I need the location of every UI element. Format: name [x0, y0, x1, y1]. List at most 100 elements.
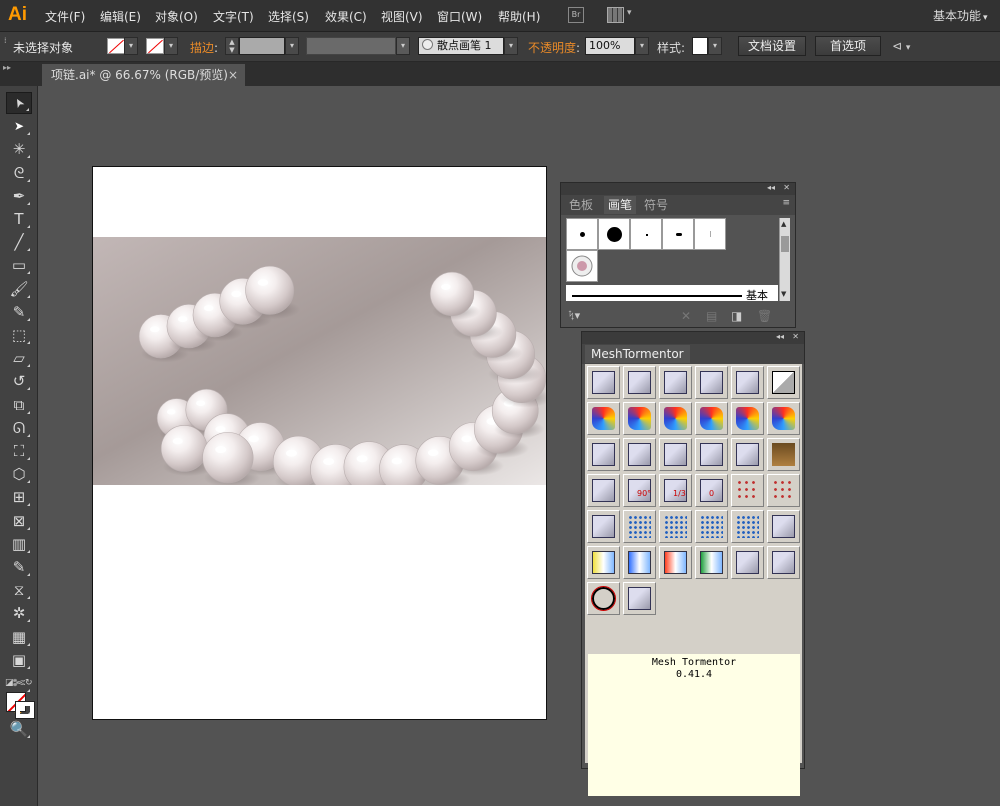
blob-brush-tool[interactable]: ⬚ [6, 324, 32, 346]
direct-selection-tool[interactable]: ➤ [6, 115, 32, 137]
menu-file[interactable]: 文件(F) [45, 8, 85, 25]
magic-wand-tool[interactable]: ✳ [6, 138, 32, 160]
eyedropper-tool[interactable]: ✎ [6, 556, 32, 578]
mesh-tool-button[interactable]: 90° [623, 474, 656, 507]
gradient-tool[interactable]: ▥ [6, 533, 32, 555]
blend-tool[interactable]: ⧖ [6, 579, 32, 601]
mesh-tool-button[interactable] [659, 402, 692, 435]
mesh-tool-button[interactable] [767, 438, 800, 471]
tab-swatches[interactable]: 色板 [565, 196, 597, 214]
delete-brush-icon[interactable]: 🗑 [757, 309, 772, 323]
mesh-tool-button[interactable] [695, 546, 728, 579]
opacity-dropdown[interactable]: ▾ [635, 37, 649, 55]
bridge-button[interactable]: Br [568, 7, 584, 23]
mesh-tool-button[interactable] [623, 438, 656, 471]
collapse-toolbar-icon[interactable]: ▸▸ [3, 63, 11, 72]
menu-type[interactable]: 文字(T) [213, 8, 254, 25]
mesh-tool-button[interactable] [695, 510, 728, 543]
fill-stroke-control[interactable]: ◪ ↻ [4, 678, 36, 719]
mesh-tool-button[interactable] [731, 438, 764, 471]
stroke-weight-field[interactable] [239, 37, 285, 55]
mesh-tool-button[interactable] [731, 402, 764, 435]
mesh-tool-button[interactable] [659, 546, 692, 579]
free-transform-tool[interactable]: ⛶ [6, 440, 32, 462]
eraser-tool[interactable]: ▱ [6, 347, 32, 369]
shape-builder-tool[interactable]: ⬡ [6, 463, 32, 485]
lasso-tool[interactable]: ᘓ [6, 162, 32, 184]
brush-swatch[interactable] [566, 218, 598, 250]
mesh-tool-button[interactable] [767, 366, 800, 399]
line-tool[interactable]: ╱ [6, 231, 32, 253]
remove-stroke-icon[interactable]: ✕ [681, 309, 691, 323]
mesh-tool-button[interactable] [587, 438, 620, 471]
mesh-tool[interactable]: ⊠ [6, 510, 32, 532]
arrange-documents-button[interactable]: ▾ [607, 7, 635, 23]
mesh-tool-button[interactable] [695, 438, 728, 471]
mesh-tool-button[interactable] [767, 510, 800, 543]
control-panel-menu[interactable]: ⊲ ▾ [892, 39, 910, 53]
rectangle-tool[interactable]: ▭ [6, 254, 32, 276]
mesh-tool-button[interactable] [587, 582, 620, 615]
variable-width-profile[interactable] [306, 37, 396, 55]
close-icon[interactable]: ✕ [792, 332, 799, 341]
new-brush-icon[interactable]: ◨ [731, 309, 742, 323]
menu-edit[interactable]: 编辑(E) [100, 8, 141, 25]
brush-list-scrollbar[interactable]: ▲ ▼ [779, 218, 790, 301]
zoom-tool[interactable]: 🔍 [6, 718, 32, 740]
opacity-field[interactable]: 100% [585, 37, 635, 55]
pencil-tool[interactable]: ✎ [6, 301, 32, 323]
artboard-tool[interactable]: ▣ [6, 649, 32, 671]
mesh-tool-button[interactable] [587, 366, 620, 399]
preferences-button[interactable]: 首选项 [815, 36, 881, 56]
collapse-icon[interactable]: ◂◂ [776, 332, 784, 341]
workspace-switcher[interactable]: 基本功能 ▾ [933, 7, 988, 24]
stroke-weight-dropdown[interactable]: ▾ [285, 37, 299, 55]
graphic-style-swatch[interactable] [692, 37, 708, 55]
mesh-tool-button[interactable] [587, 510, 620, 543]
menu-object[interactable]: 对象(O) [155, 8, 198, 25]
brush-swatch[interactable] [598, 218, 630, 250]
fill-swatch[interactable] [107, 38, 125, 54]
close-icon[interactable]: ✕ [783, 183, 790, 192]
mesh-tool-button[interactable] [659, 438, 692, 471]
rotate-tool[interactable]: ↺ [6, 370, 32, 392]
brush-swatch[interactable] [630, 218, 662, 250]
brush-swatch[interactable] [662, 218, 694, 250]
mesh-tool-button[interactable] [695, 402, 728, 435]
mesh-tool-button[interactable] [587, 546, 620, 579]
stroke-label[interactable]: 描边: [190, 39, 218, 56]
menu-select[interactable]: 选择(S) [268, 8, 309, 25]
mesh-tool-button[interactable] [767, 546, 800, 579]
menu-effect[interactable]: 效果(C) [325, 8, 367, 25]
mesh-tool-button[interactable] [659, 510, 692, 543]
mesh-tool-button[interactable] [731, 546, 764, 579]
selection-tool[interactable]: ➤ [6, 92, 32, 114]
tab-symbols[interactable]: 符号 [640, 196, 672, 214]
document-setup-button[interactable]: 文档设置 [738, 36, 806, 56]
menu-help[interactable]: 帮助(H) [498, 8, 540, 25]
brush-definition-field[interactable]: 散点画笔 1 [418, 37, 504, 55]
mesh-tool-button[interactable] [731, 510, 764, 543]
paintbrush-tool[interactable]: 🖌 [6, 278, 32, 300]
opacity-label[interactable]: 不透明度: [528, 39, 580, 56]
menu-view[interactable]: 视图(V) [381, 8, 423, 25]
tab-mesh-tormentor[interactable]: MeshTormentor [585, 345, 690, 363]
scale-tool[interactable]: ⧉ [6, 394, 32, 416]
brush-library-icon[interactable]: ᛪ▾ [568, 309, 580, 322]
type-tool[interactable]: T [6, 208, 32, 230]
artboard[interactable] [92, 166, 547, 720]
mesh-tool-button[interactable] [695, 366, 728, 399]
options-icon[interactable]: ▤ [706, 309, 717, 323]
collapse-icon[interactable]: ◂◂ [767, 183, 775, 192]
profile-dropdown[interactable]: ▾ [396, 37, 410, 55]
mesh-tool-button[interactable] [623, 510, 656, 543]
mesh-tool-button[interactable] [623, 402, 656, 435]
mesh-tool-button[interactable] [623, 366, 656, 399]
mesh-tool-button[interactable] [659, 366, 692, 399]
mesh-tool-button[interactable] [623, 546, 656, 579]
tab-brushes[interactable]: 画笔 [604, 196, 637, 214]
style-dropdown[interactable]: ▾ [708, 37, 722, 55]
brush-swatch[interactable] [694, 218, 726, 250]
mesh-tool-button[interactable]: 0 [695, 474, 728, 507]
mesh-tool-button[interactable] [587, 474, 620, 507]
